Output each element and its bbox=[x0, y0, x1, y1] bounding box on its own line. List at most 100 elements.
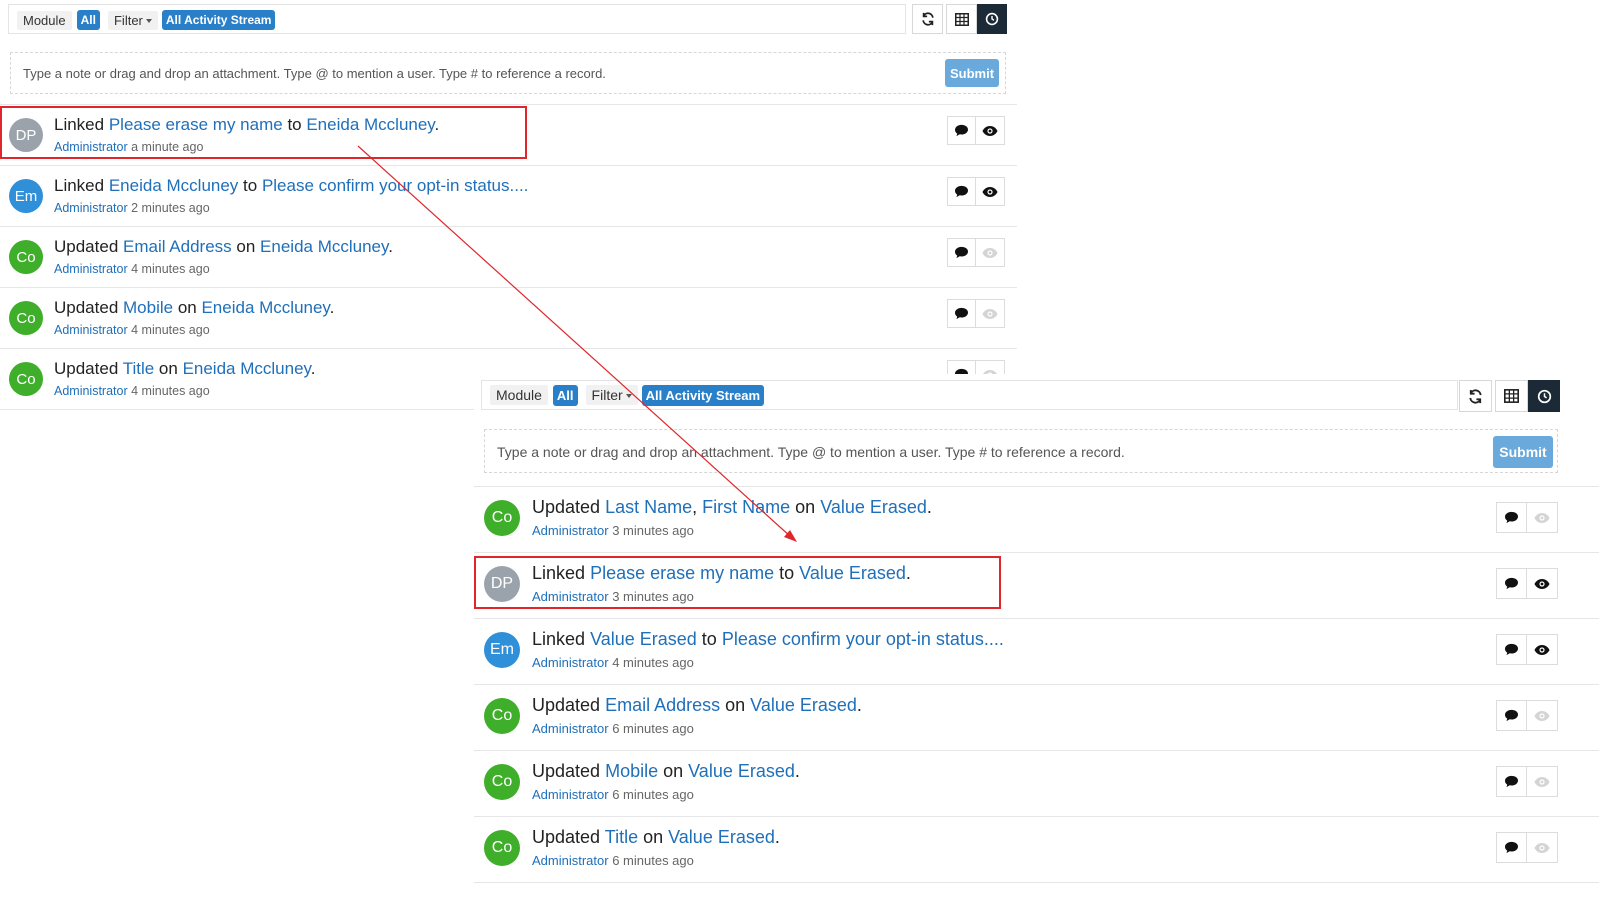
submit-button[interactable]: Submit bbox=[1493, 436, 1553, 468]
preview-button[interactable] bbox=[976, 299, 1005, 328]
activity-link[interactable]: Mobile bbox=[605, 761, 658, 781]
table-view-button[interactable] bbox=[1495, 380, 1528, 412]
activity-separator: to bbox=[696, 629, 722, 649]
comment-button[interactable] bbox=[947, 238, 976, 267]
comment-button[interactable] bbox=[1496, 766, 1527, 797]
activity-timestamp: 4 minutes ago bbox=[612, 655, 694, 670]
activity-view-button[interactable] bbox=[977, 4, 1007, 34]
row-actions bbox=[1496, 700, 1558, 731]
comment-button[interactable] bbox=[1496, 832, 1527, 863]
activity-link[interactable]: Title bbox=[123, 359, 155, 378]
activity-link[interactable]: First Name bbox=[702, 497, 790, 517]
activity-link[interactable]: Please erase my name bbox=[109, 115, 283, 134]
activity-user-link[interactable]: Administrator bbox=[532, 655, 609, 670]
activity-verb: Linked bbox=[54, 115, 105, 134]
activity-tail: . bbox=[388, 237, 393, 256]
activity-text: Updated Title on Eneida Mccluney. bbox=[54, 359, 316, 379]
activity-link[interactable]: Value Erased bbox=[820, 497, 927, 517]
activity-verb: Updated bbox=[532, 497, 601, 517]
activity-link[interactable]: Eneida Mccluney bbox=[201, 298, 329, 317]
activity-link[interactable]: Please confirm your opt-in status.... bbox=[262, 176, 528, 195]
activity-user-link[interactable]: Administrator bbox=[54, 262, 128, 276]
activity-link[interactable]: Value Erased bbox=[668, 827, 775, 847]
activity-link[interactable]: Please erase my name bbox=[590, 563, 774, 583]
note-input[interactable] bbox=[23, 63, 923, 83]
activity-link[interactable]: Title bbox=[605, 827, 638, 847]
preview-button[interactable] bbox=[1527, 502, 1558, 533]
activity-link[interactable]: Value Erased bbox=[688, 761, 795, 781]
activity-link[interactable]: Eneida Mccluney bbox=[260, 237, 388, 256]
activity-user-link[interactable]: Administrator bbox=[54, 201, 128, 215]
comment-button[interactable] bbox=[947, 299, 976, 328]
activity-link[interactable]: Last Name bbox=[605, 497, 692, 517]
avatar: Co bbox=[484, 698, 520, 734]
module-all-pill[interactable]: All bbox=[76, 10, 100, 30]
activity-view-button[interactable] bbox=[1528, 380, 1560, 412]
activity-tail: . bbox=[794, 761, 800, 781]
activity-meta: Administrator 3 minutes ago bbox=[532, 589, 694, 604]
activity-user-link[interactable]: Administrator bbox=[532, 787, 609, 802]
activity-link[interactable]: Value Erased bbox=[750, 695, 857, 715]
refresh-button[interactable] bbox=[912, 4, 943, 34]
activity-text: Linked Please erase my name to Value Era… bbox=[532, 563, 911, 584]
activity-user-link[interactable]: Administrator bbox=[532, 523, 609, 538]
activity-link[interactable]: Please confirm your opt-in status.... bbox=[722, 629, 1004, 649]
module-all-pill[interactable]: All bbox=[552, 384, 578, 406]
preview-button[interactable] bbox=[1527, 700, 1558, 731]
row-actions bbox=[1496, 502, 1558, 533]
activity-meta: Administrator 4 minutes ago bbox=[54, 384, 210, 398]
activity-user-link[interactable]: Administrator bbox=[54, 323, 128, 337]
activity-link[interactable]: Eneida Mccluney bbox=[306, 115, 434, 134]
activity-separator: on bbox=[658, 761, 689, 781]
filter-dropdown[interactable]: Filter bbox=[107, 10, 158, 30]
preview-button[interactable] bbox=[1527, 634, 1558, 665]
comment-icon bbox=[1505, 709, 1518, 722]
activity-verb: Updated bbox=[54, 237, 119, 256]
activity-separator: on bbox=[154, 359, 183, 378]
activity-meta: Administrator 4 minutes ago bbox=[54, 262, 210, 276]
avatar: Em bbox=[9, 179, 43, 213]
filter-all-activity-pill[interactable]: All Activity Stream bbox=[641, 384, 765, 406]
avatar: Co bbox=[484, 500, 520, 536]
preview-button[interactable] bbox=[976, 116, 1005, 145]
preview-button[interactable] bbox=[1527, 832, 1558, 863]
activity-user-link[interactable]: Administrator bbox=[54, 384, 128, 398]
comment-button[interactable] bbox=[947, 116, 976, 145]
filter-all-activity-pill[interactable]: All Activity Stream bbox=[161, 10, 276, 30]
preview-button[interactable] bbox=[976, 238, 1005, 267]
eye-icon bbox=[1534, 512, 1550, 523]
module-label: Module bbox=[17, 10, 72, 30]
activity-tail: . bbox=[310, 359, 316, 378]
avatar: Co bbox=[484, 764, 520, 800]
comment-button[interactable] bbox=[1496, 568, 1527, 599]
comment-button[interactable] bbox=[1496, 700, 1527, 731]
activity-link[interactable]: Eneida Mccluney bbox=[183, 359, 311, 378]
activity-link[interactable]: Value Erased bbox=[799, 563, 906, 583]
activity-user-link[interactable]: Administrator bbox=[54, 140, 128, 154]
comment-button[interactable] bbox=[1496, 502, 1527, 533]
filter-label: Filter bbox=[591, 387, 623, 403]
activity-verb: Updated bbox=[54, 359, 119, 378]
note-input[interactable] bbox=[497, 441, 1487, 463]
activity-link[interactable]: Value Erased bbox=[590, 629, 697, 649]
activity-link[interactable]: Mobile bbox=[123, 298, 173, 317]
submit-button[interactable]: Submit bbox=[945, 59, 999, 87]
activity-user-link[interactable]: Administrator bbox=[532, 853, 609, 868]
activity-user-link[interactable]: Administrator bbox=[532, 589, 609, 604]
refresh-button[interactable] bbox=[1459, 380, 1492, 412]
activity-link[interactable]: Eneida Mccluney bbox=[109, 176, 238, 195]
filter-dropdown[interactable]: Filter bbox=[585, 385, 638, 405]
activity-link[interactable]: Email Address bbox=[605, 695, 720, 715]
preview-button[interactable] bbox=[1527, 766, 1558, 797]
preview-button[interactable] bbox=[1527, 568, 1558, 599]
activity-link[interactable]: Email Address bbox=[123, 237, 232, 256]
table-view-button[interactable] bbox=[946, 4, 977, 34]
activity-list: Co Updated Last Name, First Name on Value… bbox=[474, 486, 1599, 883]
comment-icon bbox=[955, 246, 968, 259]
comment-button[interactable] bbox=[947, 177, 976, 206]
activity-user-link[interactable]: Administrator bbox=[532, 721, 609, 736]
comment-button[interactable] bbox=[1496, 634, 1527, 665]
activity-stream-panel-after: Module All Filter All Activity Stream Su… bbox=[474, 374, 1599, 900]
caret-down-icon bbox=[145, 19, 152, 24]
preview-button[interactable] bbox=[976, 177, 1005, 206]
